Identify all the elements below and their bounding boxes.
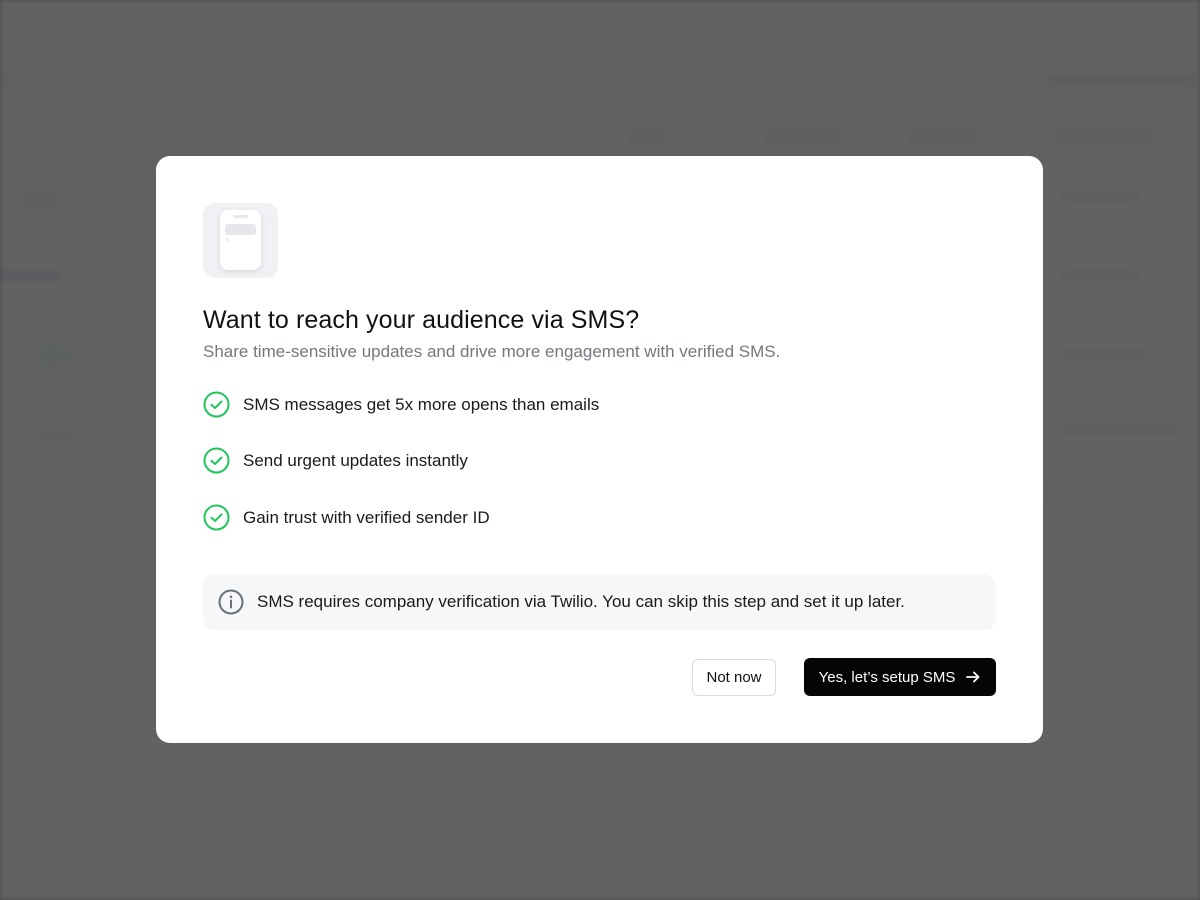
check-circle-icon — [203, 391, 230, 418]
check-circle-icon — [203, 447, 230, 474]
info-notice: SMS requires company verification via Tw… — [203, 574, 996, 630]
check-circle-icon — [203, 504, 230, 531]
setup-sms-button[interactable]: Yes, let’s setup SMS — [804, 658, 996, 696]
phone-message-icon — [203, 203, 278, 278]
feature-label: Gain trust with verified sender ID — [243, 508, 490, 527]
feature-item: SMS messages get 5x more opens than emai… — [203, 391, 903, 419]
message-bubble — [225, 224, 256, 235]
feature-item: Gain trust with verified sender ID — [203, 504, 903, 532]
not-now-button[interactable]: Not now — [692, 659, 776, 696]
feature-label: Send urgent updates instantly — [243, 451, 468, 470]
sms-setup-modal: Want to reach your audience via SMS? Sha… — [156, 156, 1043, 743]
info-text: SMS requires company verification via Tw… — [257, 592, 905, 611]
feature-item: Send urgent updates instantly — [203, 447, 903, 475]
feature-label: SMS messages get 5x more opens than emai… — [243, 395, 600, 414]
phone-notch — [233, 215, 248, 218]
modal-subtitle: Share time-sensitive updates and drive m… — [203, 342, 781, 361]
setup-sms-label: Yes, let’s setup SMS — [818, 668, 956, 686]
arrow-right-icon — [966, 671, 980, 683]
phone-illustration — [220, 210, 261, 270]
message-dot — [226, 238, 229, 241]
info-icon — [218, 589, 244, 615]
modal-title: Want to reach your audience via SMS? — [203, 306, 640, 334]
not-now-label: Not now — [706, 669, 762, 686]
